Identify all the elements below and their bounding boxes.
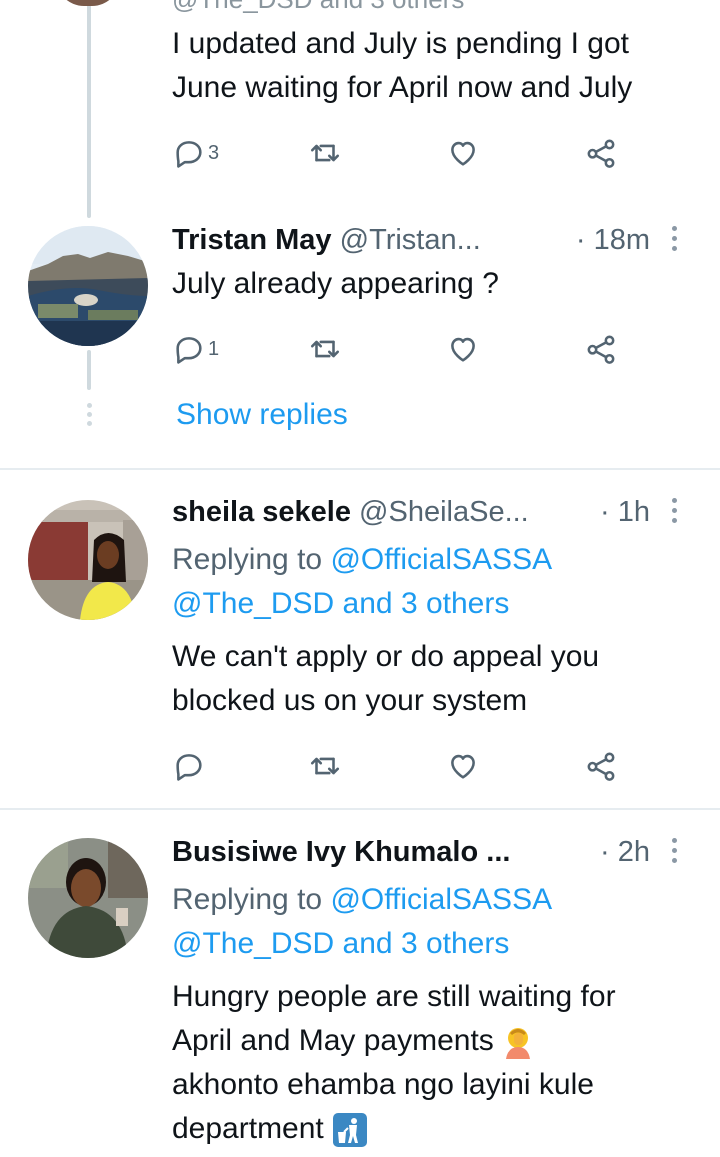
replying-and: and bbox=[342, 927, 393, 960]
share-icon bbox=[587, 139, 615, 168]
tweet-time[interactable]: · 18m bbox=[576, 220, 650, 260]
mention-link[interactable]: @The_DSD bbox=[172, 587, 334, 620]
retweet-icon bbox=[310, 757, 340, 775]
avatar[interactable] bbox=[28, 838, 148, 958]
tweet-text-line: I updated and July is pending I got bbox=[172, 27, 630, 60]
avatar[interactable] bbox=[28, 226, 148, 346]
like-button[interactable] bbox=[446, 133, 480, 173]
reply-button[interactable]: 1 bbox=[172, 329, 219, 369]
tweet-text: July already appearing ? bbox=[172, 262, 499, 306]
show-replies-link[interactable]: Show replies bbox=[176, 398, 348, 432]
reply-button[interactable]: 3 bbox=[172, 133, 219, 173]
share-button[interactable] bbox=[584, 133, 618, 173]
others-link[interactable]: 3 others bbox=[401, 927, 509, 960]
retweet-button[interactable] bbox=[308, 746, 342, 786]
thread-line bbox=[87, 350, 91, 390]
city-landscape-photo bbox=[28, 226, 148, 346]
author-name[interactable]: Tristan May bbox=[172, 224, 332, 256]
reply-count: 3 bbox=[208, 141, 220, 164]
woman-portrait-photo bbox=[28, 838, 148, 958]
author-name[interactable]: sheila sekele bbox=[172, 496, 351, 528]
mention-link[interactable]: @OfficialSASSA bbox=[330, 883, 552, 916]
facepalm-emoji bbox=[506, 1028, 531, 1060]
divider bbox=[0, 808, 720, 810]
tweet-actions: 3 bbox=[172, 133, 632, 173]
tweet-actions: 1 bbox=[172, 329, 632, 369]
tweet-text-line: We can't apply or do appeal you bbox=[172, 640, 600, 673]
woman-portrait-photo bbox=[28, 500, 148, 620]
author-handle[interactable]: @SheilaSe... bbox=[359, 496, 529, 528]
reply-icon bbox=[176, 754, 202, 781]
mention-link[interactable]: @OfficialSASSA bbox=[330, 543, 552, 576]
share-icon bbox=[587, 335, 615, 364]
share-button[interactable] bbox=[584, 329, 618, 369]
tweet-time[interactable]: · 1h bbox=[600, 492, 650, 532]
reply-icon bbox=[176, 337, 202, 364]
others-link[interactable]: 3 others bbox=[401, 587, 509, 620]
tweet-header: Busisiwe Ivy Khumalo ... · 2h bbox=[172, 832, 682, 872]
tweet-text-line: July already appearing ? bbox=[172, 267, 499, 300]
tweet-text-fragment: April and May payments bbox=[172, 1024, 494, 1057]
replying-to: Replying to @OfficialSASSA @The_DSD and … bbox=[172, 538, 552, 626]
more-options-icon[interactable] bbox=[672, 226, 678, 254]
like-icon bbox=[451, 141, 475, 166]
divider bbox=[0, 468, 720, 470]
tweet-text-line: department bbox=[172, 1107, 616, 1151]
avatar[interactable] bbox=[56, 0, 120, 6]
replying-to-label: Replying to bbox=[172, 883, 323, 916]
tweet-actions bbox=[172, 746, 632, 786]
tweet-header: Tristan May @Tristan... · 18m bbox=[172, 220, 682, 260]
tweet-text-line: akhonto ehamba ngo layini kule bbox=[172, 1068, 594, 1101]
more-options-icon[interactable] bbox=[672, 498, 678, 526]
tweet-text: I updated and July is pending I got June… bbox=[172, 22, 632, 110]
retweet-icon bbox=[310, 340, 340, 358]
tweet-time[interactable]: · 2h bbox=[600, 832, 650, 872]
replying-to-label: Replying to bbox=[172, 543, 323, 576]
thread-gap-dots bbox=[84, 403, 94, 433]
reply-button[interactable] bbox=[172, 746, 208, 786]
author-handle[interactable]: @Tristan... bbox=[340, 224, 481, 256]
like-button[interactable] bbox=[446, 329, 480, 369]
tweet-text-line: June waiting for April now and July bbox=[172, 71, 633, 104]
more-options-icon[interactable] bbox=[672, 838, 678, 866]
like-icon bbox=[451, 337, 475, 362]
like-button[interactable] bbox=[446, 746, 480, 786]
tweet-text: Hungry people are still waiting for Apri… bbox=[172, 975, 616, 1151]
replying-to-line: @The_DSD and 3 others bbox=[172, 0, 464, 15]
reply-count: 1 bbox=[208, 337, 220, 360]
tweet-text: We can't apply or do appeal you blocked … bbox=[172, 635, 599, 723]
replying-to: Replying to @OfficialSASSA @The_DSD and … bbox=[172, 878, 552, 966]
share-icon bbox=[587, 752, 615, 781]
avatar[interactable] bbox=[28, 500, 148, 620]
retweet-icon bbox=[310, 144, 340, 162]
tweet-text-line: blocked us on your system bbox=[172, 684, 528, 717]
replying-and: and bbox=[342, 587, 393, 620]
retweet-button[interactable] bbox=[308, 329, 342, 369]
share-button[interactable] bbox=[584, 746, 618, 786]
like-icon bbox=[451, 754, 475, 779]
tweet-text-line: Hungry people are still waiting for bbox=[172, 980, 616, 1013]
reply-icon bbox=[176, 141, 202, 168]
tweet-header: sheila sekele @SheilaSe... · 1h bbox=[172, 492, 682, 532]
thread-line bbox=[87, 0, 91, 218]
retweet-button[interactable] bbox=[308, 133, 342, 173]
mention-link[interactable]: @The_DSD bbox=[172, 927, 334, 960]
tweet-text-fragment: department bbox=[172, 1112, 324, 1145]
litter-bin-emoji bbox=[333, 1113, 368, 1148]
author-name[interactable]: Busisiwe Ivy Khumalo ... bbox=[172, 836, 510, 868]
tweet-text-line: April and May payments bbox=[172, 1019, 616, 1063]
